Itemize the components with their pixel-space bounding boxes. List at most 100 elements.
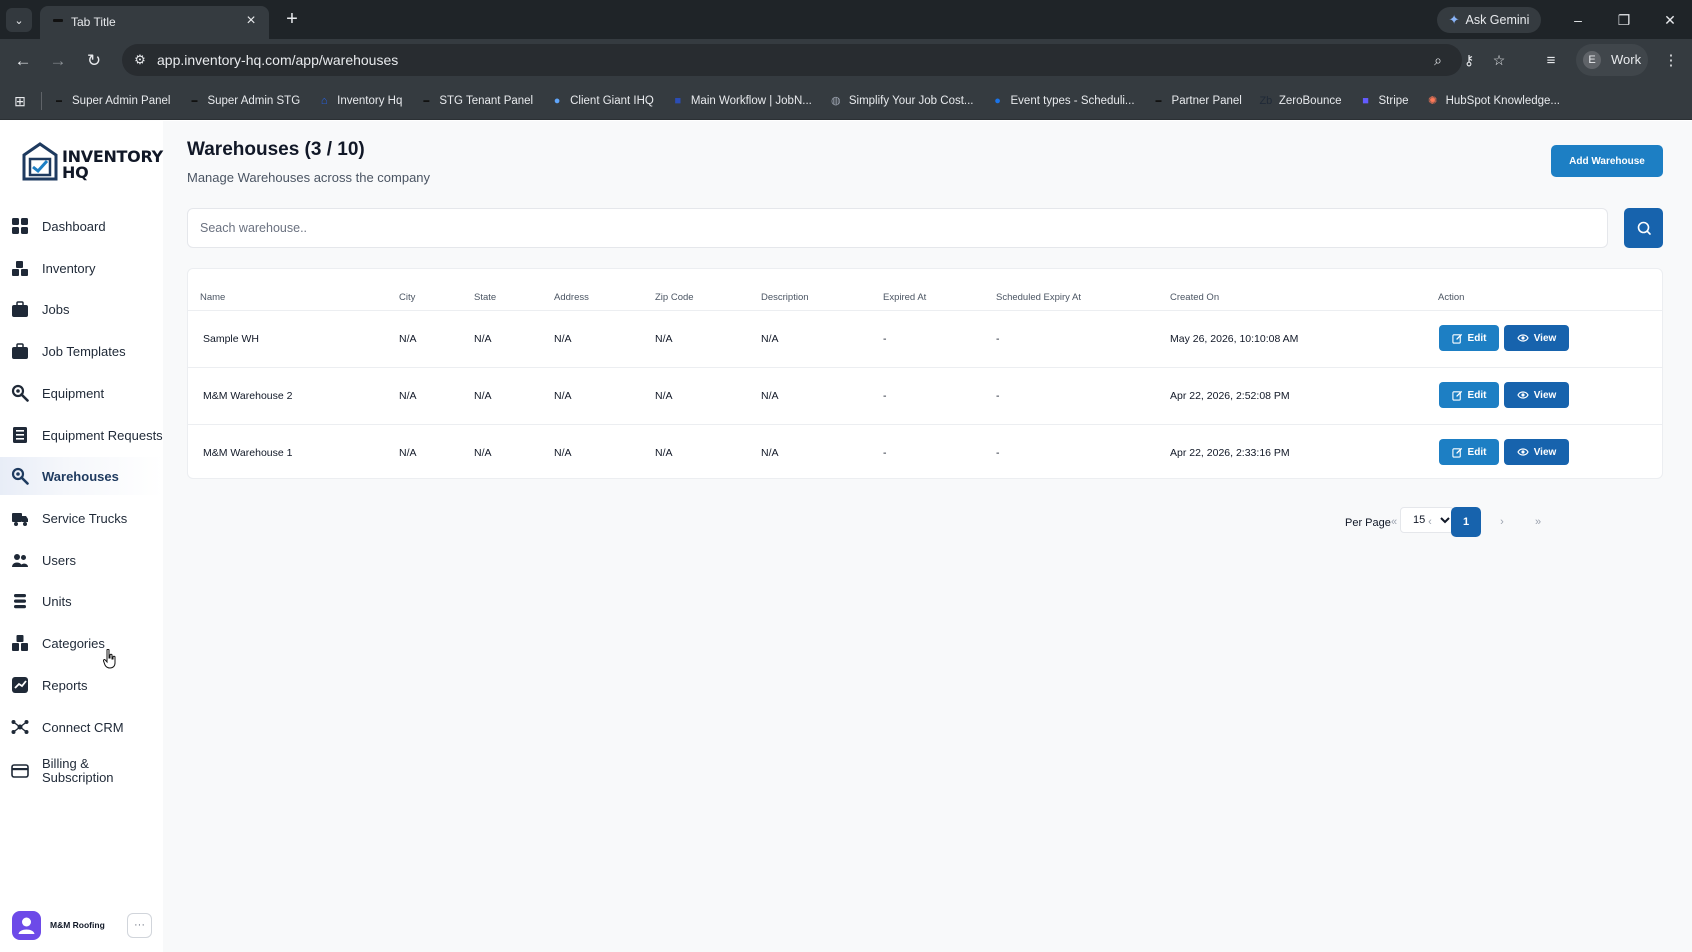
cell-description: N/A — [761, 333, 779, 345]
bookmark-simplify-your-job-cost[interactable]: ◍ Simplify Your Job Cost... — [829, 94, 973, 108]
apps-grid-icon[interactable]: ⊞ — [11, 92, 29, 110]
sidebar-item-billing-subscription[interactable]: Billing & Subscription — [0, 749, 163, 793]
column-header-address[interactable]: Address — [554, 292, 589, 303]
column-header-action[interactable]: Action — [1438, 292, 1464, 303]
password-key-icon[interactable]: ⚷ — [1458, 50, 1480, 70]
bookmark-super-admin-stg[interactable]: ▬ Super Admin STG — [187, 94, 300, 108]
column-header-created-on[interactable]: Created On — [1170, 292, 1219, 303]
sidebar-item-categories[interactable]: Categories — [0, 624, 163, 662]
bookmark-inventory-hq[interactable]: ⌂ Inventory Hq — [317, 94, 403, 108]
first-page-button[interactable]: « — [1379, 507, 1409, 537]
sidebar-item-connect-crm[interactable]: Connect CRM — [0, 708, 163, 746]
dash-favicon-icon: ▬ — [1155, 98, 1162, 104]
cell-expired-at: - — [883, 390, 887, 402]
column-header-city[interactable]: City — [399, 292, 415, 303]
sidebar-item-equipment-requests[interactable]: Equipment Requests — [0, 416, 163, 454]
new-tab-plus-icon[interactable]: + — [280, 8, 304, 32]
next-page-button[interactable]: › — [1487, 507, 1517, 537]
browser-toolbar: ← → ↻ ⚙ app.inventory-hq.com/app/warehou… — [0, 39, 1692, 82]
address-bar[interactable]: ⚙ app.inventory-hq.com/app/warehouses ⌕ … — [122, 44, 1505, 76]
view-label: View — [1533, 446, 1557, 458]
bookmark-stg-tenant-panel[interactable]: ▬ STG Tenant Panel — [419, 94, 533, 108]
cell-zip: N/A — [655, 447, 673, 459]
cell-zip: N/A — [655, 333, 673, 345]
view-button[interactable]: View — [1504, 382, 1569, 408]
user-account-chip[interactable]: M&M Roofing ··· — [12, 910, 152, 942]
edit-button[interactable]: Edit — [1439, 325, 1499, 351]
tab-close-icon[interactable]: × — [241, 11, 261, 31]
back-arrow-icon[interactable]: ← — [12, 50, 34, 72]
sidebar-item-service-trucks[interactable]: Service Trucks — [0, 499, 163, 537]
bookmark-zerobounce[interactable]: Zb ZeroBounce — [1259, 94, 1341, 108]
sidebar-item-label: Connect CRM — [42, 719, 124, 735]
column-header-zip-code[interactable]: Zip Code — [655, 292, 694, 303]
reading-list-icon[interactable]: ≡ — [1540, 50, 1562, 72]
view-label: View — [1533, 389, 1557, 401]
sidebar-item-users[interactable]: Users — [0, 541, 163, 579]
sidebar-item-inventory[interactable]: Inventory — [0, 249, 163, 287]
forward-arrow-icon[interactable]: → — [47, 50, 69, 72]
zoom-magnifier-icon[interactable]: ⌕ — [1427, 50, 1449, 70]
cell-state: N/A — [474, 447, 492, 459]
cell-city: N/A — [399, 390, 417, 402]
more-options-icon[interactable]: ··· — [127, 913, 152, 938]
view-button[interactable]: View — [1504, 439, 1569, 465]
address-url[interactable]: app.inventory-hq.com/app/warehouses — [157, 52, 398, 68]
chart-icon — [12, 677, 28, 693]
sidebar-item-jobs[interactable]: Jobs — [0, 290, 163, 328]
search-button[interactable] — [1624, 208, 1663, 248]
tab-search-dropdown-icon[interactable]: ⌄ — [6, 8, 32, 32]
previous-page-button[interactable]: ‹ — [1415, 507, 1445, 537]
bookmark-label: Main Workflow | JobN... — [690, 95, 812, 107]
app-shell: INVENTORY HQ Dashboard Inventory Jobs Job T… — [0, 121, 1692, 952]
sidebar-item-dashboard[interactable]: Dashboard — [0, 207, 163, 245]
reload-icon[interactable]: ↻ — [83, 50, 105, 72]
bookmark-main-workflow-jobn[interactable]: ■ Main Workflow | JobN... — [671, 94, 812, 108]
bookmark-hubspot-knowledge[interactable]: ✺ HubSpot Knowledge... — [1426, 94, 1560, 108]
sidebar-item-equipment[interactable]: Equipment — [0, 374, 163, 412]
brand-wordmark: INVENTORY HQ — [62, 149, 163, 181]
column-header-name[interactable]: Name — [200, 292, 225, 303]
clipboard-list-icon — [13, 427, 27, 443]
column-header-scheduled-expiry-at[interactable]: Scheduled Expiry At — [996, 292, 1081, 303]
restore-icon[interactable]: ❐ — [1609, 8, 1639, 32]
sidebar-item-reports[interactable]: Reports — [0, 666, 163, 704]
bookmark-client-giant-ihq[interactable]: ● Client Giant IHQ — [550, 94, 654, 108]
profile-button[interactable]: E Work — [1576, 44, 1648, 76]
bookmark-stripe[interactable]: ■ Stripe — [1359, 94, 1408, 108]
sidebar-item-job-templates[interactable]: Job Templates — [0, 332, 163, 370]
network-icon — [11, 720, 29, 734]
column-header-state[interactable]: State — [474, 292, 496, 303]
warehouses-table: Name City State Address Zip Code Description E… — [187, 268, 1663, 479]
cell-description: N/A — [761, 447, 779, 459]
last-page-button[interactable]: » — [1523, 507, 1553, 537]
page-1-button[interactable]: 1 — [1451, 507, 1481, 537]
bookmark-event-types-scheduli[interactable]: ● Event types - Scheduli... — [991, 94, 1134, 108]
browser-tab[interactable]: Tab Title × — [40, 6, 269, 39]
view-button[interactable]: View — [1504, 325, 1569, 351]
bookmark-star-icon[interactable]: ☆ — [1488, 50, 1510, 70]
column-header-expired-at[interactable]: Expired At — [883, 292, 926, 303]
sidebar-item-warehouses[interactable]: Warehouses — [0, 457, 163, 495]
minimize-icon[interactable]: – — [1563, 8, 1593, 32]
window-close-icon[interactable]: ✕ — [1655, 8, 1685, 32]
main-content: Warehouses (3 / 10) Manage Warehouses ac… — [163, 121, 1692, 952]
edit-button[interactable]: Edit — [1439, 439, 1499, 465]
ask-gemini-label: Ask Gemini — [1465, 13, 1530, 27]
eye-icon — [1517, 448, 1529, 456]
column-header-description[interactable]: Description — [761, 292, 809, 303]
briefcase-icon — [12, 301, 28, 317]
inventory-hq-logo[interactable]: INVENTORY HQ — [22, 141, 163, 185]
dash-favicon-icon: ▬ — [56, 98, 62, 104]
sidebar-item-units[interactable]: Units — [0, 582, 163, 620]
bookmark-partner-panel[interactable]: ▬ Partner Panel — [1152, 94, 1242, 108]
ask-gemini-button[interactable]: ✦ Ask Gemini — [1437, 7, 1541, 33]
site-settings-icon[interactable]: ⚙ — [130, 51, 150, 69]
add-warehouse-button[interactable]: Add Warehouse — [1551, 145, 1663, 177]
warehouse-gear-icon — [11, 467, 29, 485]
edit-button[interactable]: Edit — [1439, 382, 1499, 408]
search-warehouse-input[interactable] — [187, 208, 1608, 248]
browser-menu-icon[interactable]: ⋮ — [1660, 50, 1682, 72]
sidebar-item-label: Reports — [42, 677, 88, 693]
bookmark-super-admin-panel[interactable]: ▬ Super Admin Panel — [52, 94, 170, 108]
